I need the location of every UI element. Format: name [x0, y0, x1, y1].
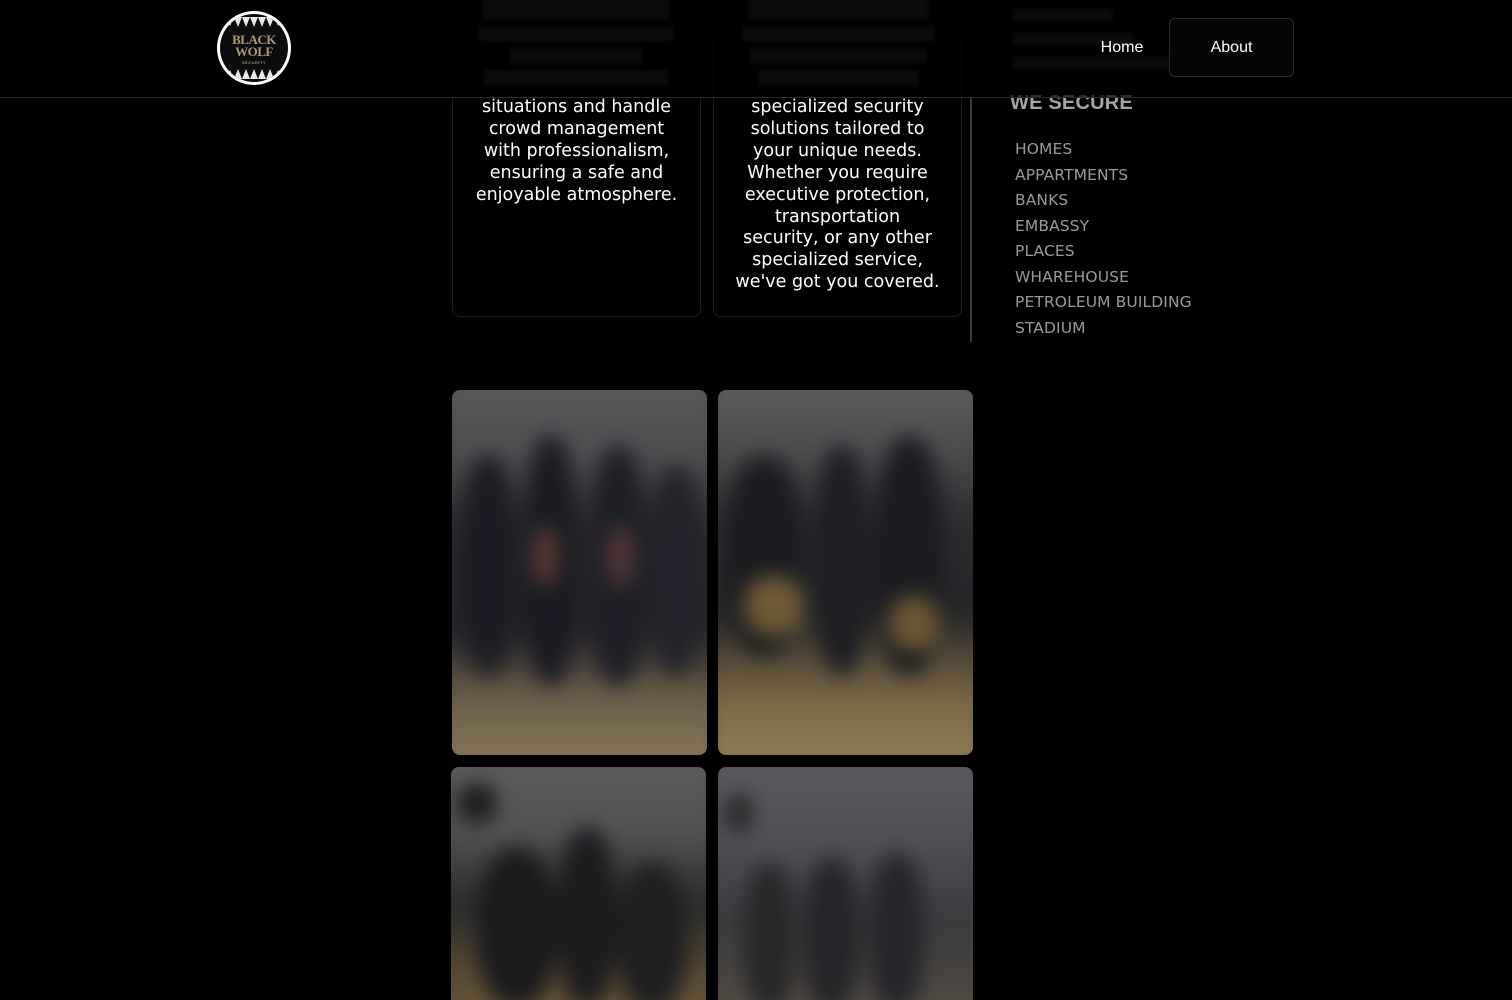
we-secure-item-embassy: EMBASSY — [1015, 216, 1090, 235]
we-secure-item-appartments: APPARTMENTS — [1015, 165, 1129, 184]
photo-blurred-content — [452, 390, 707, 755]
logo-subtitle: SECURITY — [241, 60, 267, 65]
vertical-divider — [970, 97, 972, 342]
we-secure-item-homes: HOMES — [1015, 140, 1073, 158]
photo-blurred-content — [718, 390, 973, 755]
we-secure-item-banks: BANKS — [1015, 191, 1069, 209]
we-secure-item-petroleum-building: PETROLEUM BUILDING — [1015, 293, 1192, 311]
photo-blurred-content — [451, 767, 706, 1000]
nav-about-button[interactable]: About — [1169, 18, 1294, 77]
security-team-photo-1 — [452, 390, 707, 755]
nav-home-link[interactable]: Home — [1086, 19, 1158, 77]
security-team-photo-2 — [718, 390, 973, 755]
fangs-bottom-icon — [226, 69, 282, 79]
fangs-top-icon — [226, 17, 282, 27]
we-secure-item-stadium: STADIUM — [1015, 318, 1086, 337]
site-header: BLACK WOLF SECURITY Home About — [0, 0, 1512, 98]
page: situations and handle crowd management w… — [0, 0, 1512, 1000]
security-team-photo-4 — [718, 767, 973, 1000]
service-card-description: situations and handle crowd management w… — [475, 97, 678, 205]
security-team-photo-3 — [451, 767, 706, 1000]
logo-badge: BLACK WOLF SECURITY — [220, 14, 288, 82]
we-secure-list: HOMES APPARTMENTS BANKS EMBASSY PLACES W… — [1015, 137, 1192, 341]
black-wolf-logo[interactable]: BLACK WOLF SECURITY — [217, 11, 291, 85]
photo-blurred-content — [718, 767, 973, 1000]
service-card-description: specialized security solutions tailored … — [735, 97, 940, 293]
we-secure-item-wharehouse: WHAREHOUSE — [1015, 267, 1129, 286]
logo-wordmark: BLACK WOLF — [232, 32, 276, 59]
we-secure-item-places: PLACES — [1015, 242, 1075, 260]
